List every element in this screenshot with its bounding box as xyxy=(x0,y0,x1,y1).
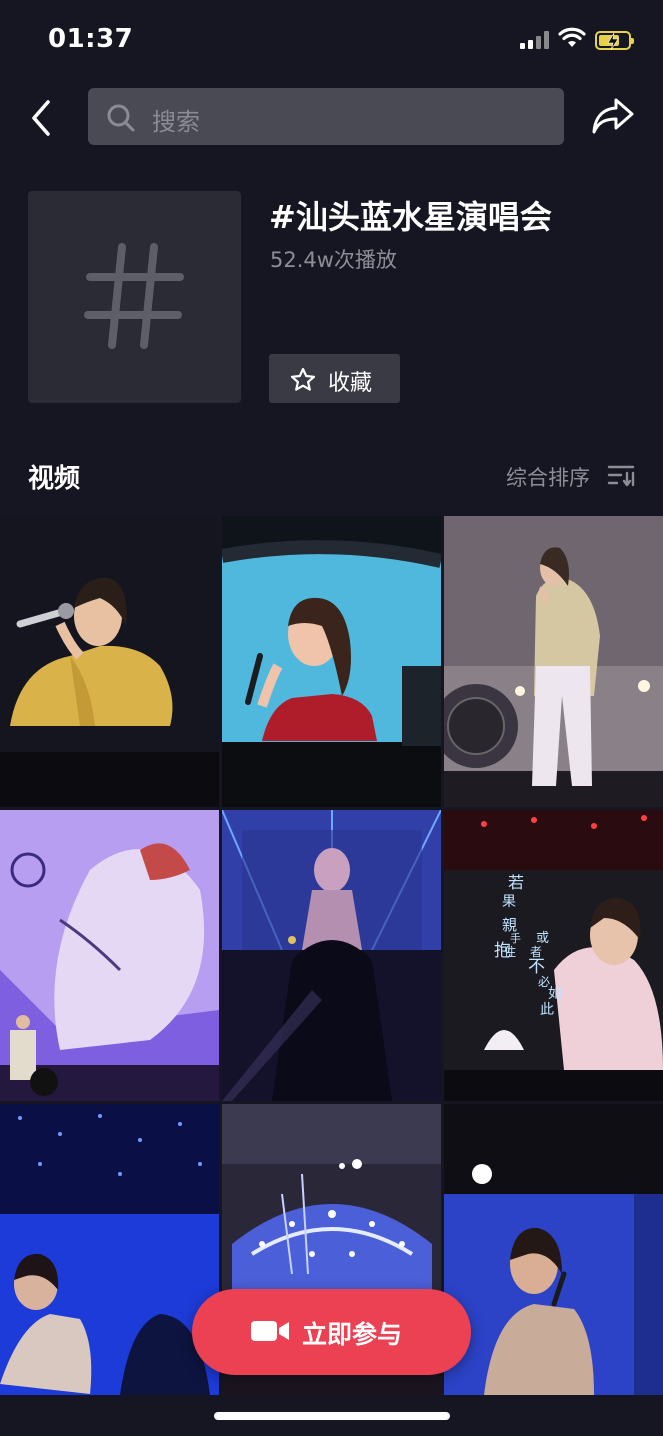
back-button[interactable] xyxy=(22,96,62,140)
video-thumbnail[interactable] xyxy=(222,516,441,807)
join-now-label: 立即参与 xyxy=(302,1320,403,1349)
lyric-char: 住 xyxy=(504,945,516,959)
lyric-char: 不 xyxy=(528,957,545,977)
videos-section-title: 视频 xyxy=(28,464,81,494)
search-placeholder: 搜索 xyxy=(152,108,200,136)
lyric-char: 果 xyxy=(502,894,516,910)
topic-cover xyxy=(28,191,241,403)
video-thumbnail[interactable] xyxy=(0,516,219,807)
lyric-char: 如 xyxy=(548,986,562,1002)
video-thumbnail[interactable] xyxy=(222,810,441,1101)
sort-filter-icon[interactable] xyxy=(607,463,635,487)
sort-dropdown[interactable]: 综合排序 xyxy=(506,462,590,492)
search-input[interactable]: 搜索 xyxy=(88,88,564,145)
topic-title: #汕头蓝水星演唱会 xyxy=(269,198,552,236)
cellular-signal-icon xyxy=(520,31,550,49)
join-now-button[interactable]: 立即参与 xyxy=(192,1289,471,1375)
wifi-icon xyxy=(558,27,586,47)
favorite-label: 收藏 xyxy=(328,371,373,396)
video-thumbnail[interactable] xyxy=(0,810,219,1101)
share-icon xyxy=(592,98,634,134)
share-button[interactable] xyxy=(590,96,636,138)
lyric-char: 若 xyxy=(508,873,524,892)
star-outline-icon xyxy=(290,367,316,391)
status-time: 01:37 xyxy=(48,24,134,54)
favorite-button[interactable]: 收藏 xyxy=(269,354,400,403)
lyric-char: 或 xyxy=(536,931,549,946)
lyric-char: 此 xyxy=(540,1002,554,1018)
hashtag-icon xyxy=(84,243,184,349)
home-indicator xyxy=(214,1412,450,1420)
search-icon xyxy=(107,104,135,132)
chevron-left-icon xyxy=(32,100,50,136)
video-thumbnail[interactable]: 若 果 親 手 抱 住 或 者 不 必 如 此 xyxy=(444,810,663,1101)
battery-icon xyxy=(595,31,634,51)
play-count: 52.4w次播放 xyxy=(270,248,397,272)
video-thumbnail[interactable] xyxy=(444,516,663,807)
video-camera-icon xyxy=(251,1321,289,1341)
lyric-char: 手 xyxy=(510,931,521,945)
video-thumbnail[interactable] xyxy=(444,1104,663,1395)
status-bar: 01:37 xyxy=(0,0,663,80)
video-thumbnail[interactable] xyxy=(0,1104,219,1395)
